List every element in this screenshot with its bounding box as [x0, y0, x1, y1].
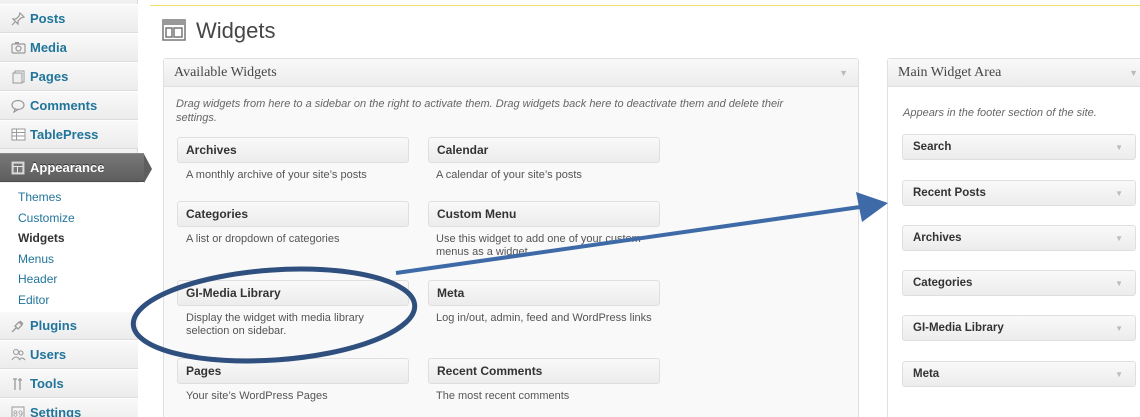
menu-item-users[interactable]: Users [0, 340, 138, 369]
expand-arrow-icon[interactable]: ▼ [1115, 189, 1123, 198]
svg-text:89: 89 [13, 409, 23, 417]
menu-label: Plugins [30, 318, 77, 333]
widget-archives[interactable]: Archives [177, 137, 409, 163]
submenu-customize[interactable]: Customize [18, 208, 138, 229]
widget-custom-menu[interactable]: Custom Menu [428, 201, 660, 227]
menu-item-settings[interactable]: 89 Settings [0, 398, 138, 417]
collapse-arrow-icon[interactable]: ▼ [1129, 68, 1138, 78]
widget-title: Pages [186, 364, 222, 378]
users-icon [10, 347, 26, 363]
layout-icon [10, 160, 26, 176]
menu-item-tools[interactable]: Tools [0, 369, 138, 398]
plug-icon [10, 318, 26, 334]
menu-label: Settings [30, 405, 82, 417]
menu-label: Pages [30, 69, 69, 84]
sidebar-widget-meta[interactable]: Meta ▼ [902, 361, 1136, 387]
widget-recent-comments[interactable]: Recent Comments [428, 358, 660, 384]
widget-description: Use this widget to add one of your custo… [436, 233, 641, 258]
widget-pages[interactable]: Pages [177, 358, 409, 384]
menu-label: Users [30, 347, 67, 362]
available-widgets-title: Available Widgets [174, 64, 277, 80]
main-widget-area-header[interactable]: Main Widget Area ▼ [888, 59, 1140, 87]
sidebar-widget-categories[interactable]: Categories ▼ [902, 270, 1136, 296]
table-icon [10, 127, 26, 143]
menu-label: Comments [30, 98, 98, 113]
main-widget-area-title: Main Widget Area [898, 64, 1002, 80]
submenu-widgets[interactable]: Widgets [18, 228, 138, 249]
page-header: Widgets [162, 18, 275, 44]
widget-gi-media-library[interactable]: GI-Media Library [177, 280, 409, 306]
sidebar-widget-archives[interactable]: Archives ▼ [902, 225, 1136, 251]
menu-item-pages[interactable]: Pages [0, 62, 138, 91]
widget-title: GI-Media Library [913, 322, 1004, 334]
main-widget-area-description: Appears in the footer section of the sit… [903, 107, 1097, 119]
sidebar-widget-recent-posts[interactable]: Recent Posts ▼ [902, 180, 1136, 206]
widget-description: Log in/out, admin, feed and WordPress li… [436, 312, 652, 324]
widget-description: A calendar of your site’s posts [436, 169, 582, 181]
notice-highlight-line [150, 0, 1140, 6]
submenu-menus[interactable]: Menus [18, 249, 138, 270]
page-title: Widgets [196, 18, 276, 43]
menu-label: Appearance [30, 160, 105, 175]
widget-categories[interactable]: Categories [177, 201, 409, 227]
settings-icon: 89 [10, 405, 26, 417]
sidebar-widget-search[interactable]: Search ▼ [902, 134, 1136, 160]
widget-title: Recent Comments [437, 364, 543, 378]
menu-label: Media [30, 40, 67, 55]
widget-meta[interactable]: Meta [428, 280, 660, 306]
menu-item-tablepress[interactable]: TablePress [0, 120, 138, 149]
widgets-page-icon [162, 18, 186, 44]
pushpin-icon [10, 11, 26, 27]
comment-bubble-icon [10, 98, 26, 114]
widget-title: GI-Media Library [186, 286, 281, 300]
widget-title: Custom Menu [437, 207, 517, 221]
menu-item-posts[interactable]: Posts [0, 4, 138, 33]
expand-arrow-icon[interactable]: ▼ [1115, 370, 1123, 379]
menu-label: Posts [30, 11, 66, 26]
widget-title: Archives [186, 143, 237, 157]
widget-title: Recent Posts [913, 187, 986, 199]
available-widgets-description: Drag widgets from here to a sidebar on t… [176, 98, 784, 124]
appearance-submenu: Themes Customize Widgets Menus Header Ed… [0, 183, 138, 317]
widget-title: Archives [913, 232, 962, 244]
widget-title: Search [913, 141, 952, 153]
menu-label: Tools [30, 376, 64, 391]
widget-title: Meta [913, 368, 940, 380]
tools-icon [10, 376, 26, 392]
widget-title: Categories [186, 207, 249, 221]
widget-title: Categories [913, 277, 973, 289]
camera-icon [10, 40, 26, 56]
widget-description: The most recent comments [436, 390, 570, 402]
submenu-header[interactable]: Header [18, 269, 138, 290]
menu-item-appearance[interactable]: Appearance [0, 153, 152, 183]
widget-description: Your site’s WordPress Pages [186, 390, 328, 402]
expand-arrow-icon[interactable]: ▼ [1115, 234, 1123, 243]
expand-arrow-icon[interactable]: ▼ [1115, 324, 1123, 333]
widget-description: Display the widget with media library se… [186, 312, 364, 337]
expand-arrow-icon[interactable]: ▼ [1115, 143, 1123, 152]
widget-title: Meta [437, 286, 465, 300]
menu-item-plugins[interactable]: Plugins [0, 311, 138, 340]
expand-arrow-icon[interactable]: ▼ [1115, 279, 1123, 288]
widget-calendar[interactable]: Calendar [428, 137, 660, 163]
collapse-arrow-icon[interactable]: ▼ [839, 68, 848, 78]
menu-item-media[interactable]: Media [0, 33, 138, 62]
menu-label: TablePress [30, 127, 99, 142]
menu-item-comments[interactable]: Comments [0, 91, 138, 120]
submenu-themes[interactable]: Themes [18, 187, 138, 208]
drag-arrow-head [856, 192, 888, 222]
widget-description: A monthly archive of your site’s posts [186, 169, 367, 181]
admin-sidebar: Posts Media Pages Comments TablePress Ap… [0, 0, 152, 417]
widget-title: Calendar [437, 143, 489, 157]
submenu-editor[interactable]: Editor [18, 290, 138, 311]
sidebar-widget-gi-media-library[interactable]: GI-Media Library ▼ [902, 315, 1136, 341]
page-icon [10, 69, 26, 85]
widget-description: A list or dropdown of categories [186, 233, 340, 245]
available-widgets-header[interactable]: Available Widgets ▼ [164, 59, 858, 87]
